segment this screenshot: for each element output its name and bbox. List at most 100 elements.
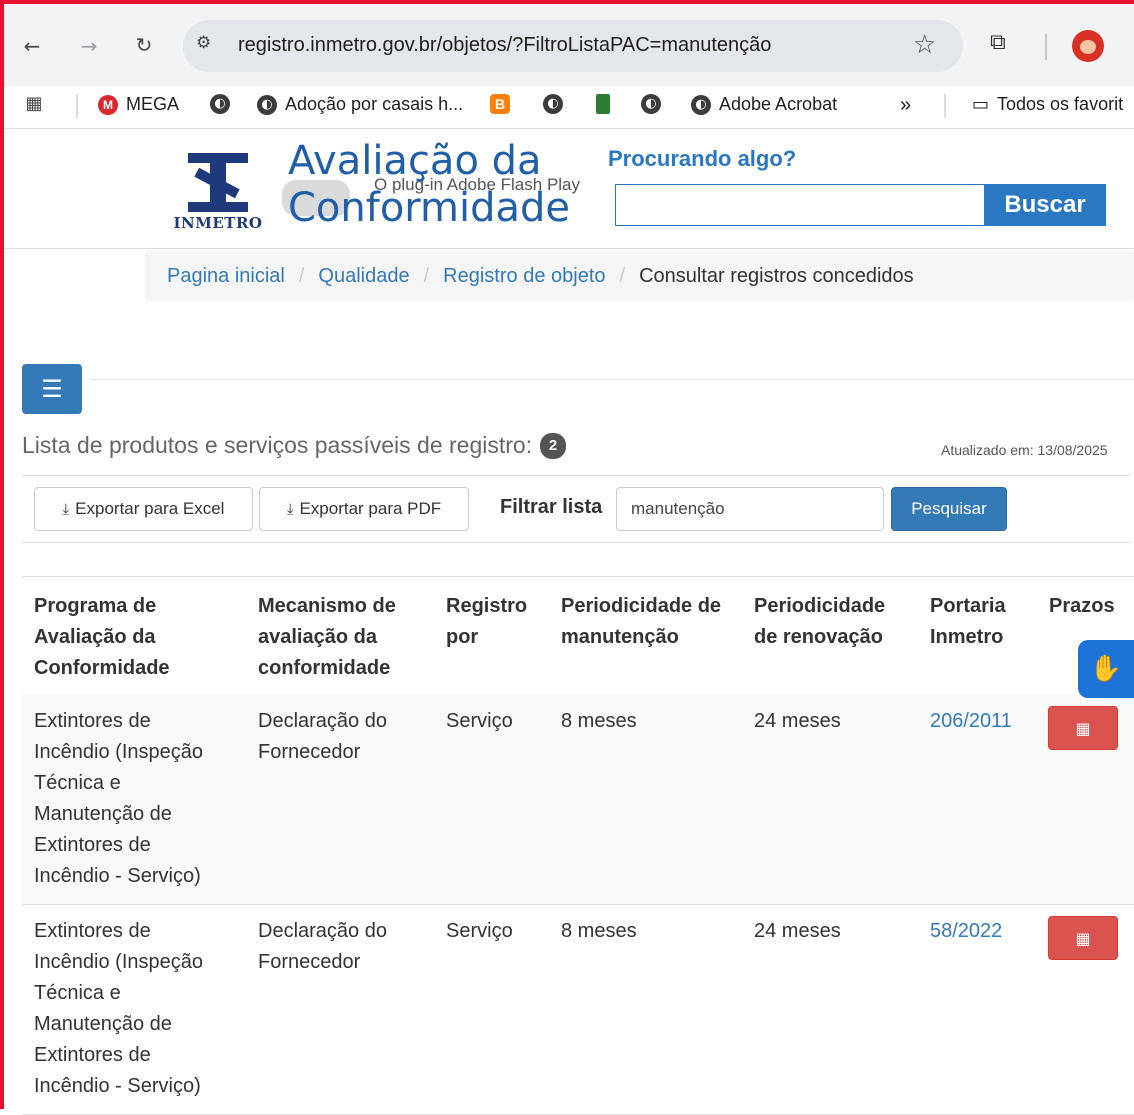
bookmarks-divider — [944, 94, 946, 118]
logo-text: INMETRO — [173, 214, 263, 232]
section-divider — [22, 542, 1130, 543]
profile-avatar[interactable] — [1072, 30, 1104, 62]
bookmark-label: Adobe Acrobat — [719, 94, 838, 114]
pesquisar-button[interactable]: Pesquisar — [891, 487, 1007, 531]
cell-mecanismo: Declaração do Fornecedor — [258, 710, 387, 763]
reload-icon[interactable]: ↻ — [130, 33, 158, 57]
site-settings-icon[interactable]: ⚙ — [196, 33, 222, 57]
window-frame-left — [0, 0, 4, 1109]
portaria-link[interactable]: 58/2022 — [930, 920, 1002, 942]
export-excel-label: Exportar para Excel — [75, 499, 225, 518]
download-icon: ⤓ — [286, 500, 294, 518]
bookmark-document[interactable] — [596, 94, 610, 114]
bookmark-globe-1[interactable]: ◐ — [210, 94, 230, 114]
buscar-button[interactable]: Buscar — [984, 184, 1106, 226]
cell-registro: Serviço — [446, 710, 513, 732]
more-bookmarks-label: » — [900, 94, 912, 116]
calendar-icon: ▦ — [1075, 928, 1091, 948]
count-badge: 2 — [540, 432, 567, 459]
breadcrumb-separator: / — [298, 264, 305, 287]
header-prazos[interactable]: Prazos — [1049, 591, 1129, 622]
breadcrumb-pagina-inicial[interactable]: Pagina inicial — [167, 265, 285, 288]
filter-label: Filtrar lista — [500, 496, 603, 518]
globe-icon: ◐ — [691, 94, 711, 115]
globe-icon: ◐ — [641, 94, 661, 114]
bookmark-mega[interactable]: M MEGA — [98, 94, 179, 115]
breadcrumb-separator: / — [423, 264, 430, 287]
breadcrumb-qualidade[interactable]: Qualidade — [318, 265, 409, 288]
cell-renovacao: 24 meses — [754, 920, 841, 942]
section-divider — [90, 379, 1134, 380]
site-title-line1: Avaliação da — [288, 138, 542, 184]
mega-icon: M — [98, 94, 118, 115]
header-portaria[interactable]: Portaria Inmetro — [930, 591, 1030, 653]
bookmark-adobe-acrobat[interactable]: ◐ Adobe Acrobat — [691, 94, 837, 115]
apps-grid-icon[interactable]: ▦ — [20, 92, 48, 116]
cell-programa: Extintores de Incêndio (Inspeção Técnica… — [34, 920, 204, 1097]
bookmarks-divider — [76, 94, 78, 118]
site-search-input[interactable] — [615, 184, 985, 226]
header-divider — [4, 248, 1134, 249]
inmetro-logo[interactable]: INMETRO — [172, 150, 264, 232]
header-renovacao[interactable]: Periodicidade de renovação — [754, 591, 914, 653]
calendar-icon: ▦ — [1075, 718, 1091, 738]
cell-portaria: 58/2022 — [930, 916, 1030, 947]
cell-manutencao: 8 meses — [561, 920, 637, 942]
download-icon: ⤓ — [62, 500, 70, 518]
toolbar-divider — [1045, 34, 1047, 60]
extensions-icon[interactable]: ⧉ — [990, 30, 1006, 55]
header-manutencao[interactable]: Periodicidade de manutenção — [561, 591, 741, 653]
menu-toggle-button[interactable]: ☰ — [22, 364, 82, 414]
table-row: Extintores de Incêndio (Inspeção Técnica… — [22, 694, 1134, 905]
header-registro[interactable]: Registro por — [446, 591, 546, 653]
bookmark-globe-2[interactable]: ◐ — [543, 94, 563, 114]
header-programa[interactable]: Programa de Avaliação da Conformidade — [34, 591, 244, 684]
bookmark-label: MEGA — [126, 94, 180, 114]
breadcrumb-current: Consultar registros concedidos — [639, 264, 914, 287]
breadcrumb-separator: / — [619, 264, 626, 287]
export-pdf-button[interactable]: ⤓ Exportar para PDF — [259, 487, 469, 531]
filter-input[interactable] — [616, 487, 884, 531]
cell-renovacao: 24 meses — [754, 710, 841, 732]
updated-date: Atualizado em: 13/08/2025 — [941, 442, 1108, 458]
prazos-button[interactable]: ▦ — [1048, 916, 1118, 960]
table-row: Extintores de Incêndio (Inspeção Técnica… — [22, 904, 1134, 1115]
prazos-button[interactable]: ▦ — [1048, 706, 1118, 750]
globe-icon: ◐ — [257, 94, 277, 115]
section-divider — [22, 475, 1130, 476]
cell-mecanismo: Declaração do Fornecedor — [258, 920, 387, 973]
url-text[interactable]: registro.inmetro.gov.br/objetos/?FiltroL… — [238, 34, 771, 57]
cell-portaria: 206/2011 — [930, 706, 1030, 737]
site-title-line2: Conformidade — [288, 185, 571, 231]
folder-icon: ▭ — [972, 94, 990, 115]
list-heading: Lista de produtos e serviços passíveis d… — [22, 432, 567, 459]
blogger-icon: B — [490, 94, 510, 114]
document-icon — [596, 94, 610, 114]
header-mecanismo[interactable]: Mecanismo de avaliação da conformidade — [258, 591, 428, 684]
globe-icon: ◐ — [210, 94, 230, 114]
bookmark-blogger[interactable]: B — [490, 94, 510, 114]
bookmark-adocao[interactable]: ◐ Adoção por casais h... — [257, 94, 463, 115]
search-heading: Procurando algo? — [608, 146, 797, 171]
all-bookmarks-label: Todos os favorit — [997, 94, 1124, 114]
breadcrumb: Pagina inicial / Qualidade / Registro de… — [145, 251, 1134, 301]
export-excel-button[interactable]: ⤓ Exportar para Excel — [34, 487, 253, 531]
cell-manutencao: 8 meses — [561, 710, 637, 732]
all-bookmarks-folder[interactable]: ▭ Todos os favorit — [972, 94, 1123, 115]
export-pdf-label: Exportar para PDF — [299, 499, 442, 518]
globe-icon: ◐ — [543, 94, 563, 114]
bookmark-star-icon[interactable]: ☆ — [913, 30, 936, 60]
bookmark-globe-3[interactable]: ◐ — [641, 94, 661, 114]
cell-registro: Serviço — [446, 920, 513, 942]
hamburger-icon: ☰ — [41, 375, 63, 403]
more-bookmarks-button[interactable]: » — [900, 94, 911, 117]
accessibility-sign-language-button[interactable]: ✋ — [1078, 640, 1134, 698]
breadcrumb-registro-objeto[interactable]: Registro de objeto — [443, 265, 605, 288]
forward-icon[interactable]: → — [75, 34, 103, 58]
portaria-link[interactable]: 206/2011 — [930, 710, 1012, 732]
cell-programa: Extintores de Incêndio (Inspeção Técnica… — [34, 710, 204, 887]
list-title: Lista de produtos e serviços passíveis d… — [22, 432, 533, 458]
back-icon[interactable]: ← — [18, 34, 46, 58]
logo-shape — [188, 153, 248, 163]
logo-shape — [188, 202, 248, 212]
